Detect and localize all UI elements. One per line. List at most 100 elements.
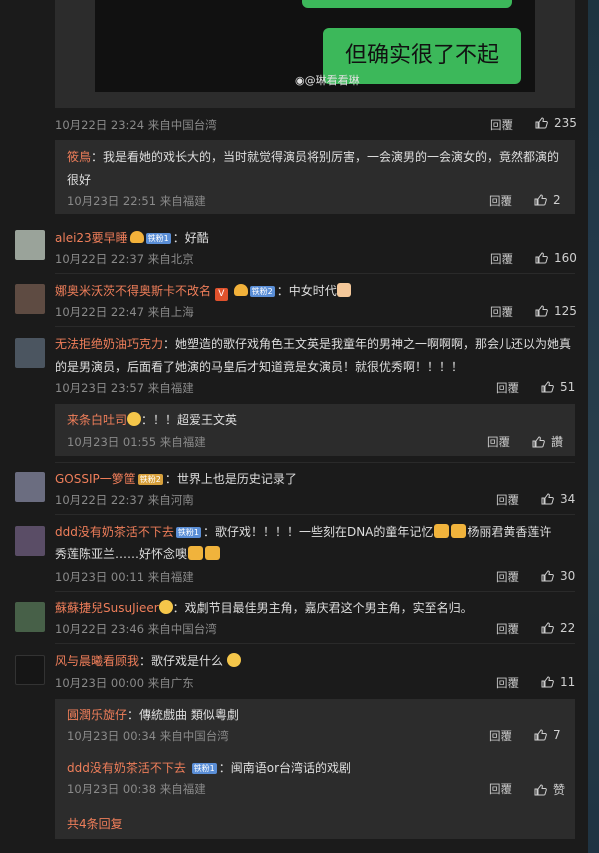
cat-emoji-icon [205,546,221,560]
comment-meta: 10月23日 00:00 来自广东 [55,676,194,690]
avatar[interactable] [15,602,45,632]
reply-button[interactable]: 回覆 [496,675,519,691]
reply-button[interactable]: 回覆 [489,728,512,744]
cat-emoji-icon [451,524,467,538]
avatar[interactable] [15,338,45,368]
reply-button[interactable]: 回覆 [489,781,512,797]
divider [55,643,575,644]
thumbs-up-icon [532,436,545,448]
image-watermark: ◉@琳看看琳 [295,74,360,87]
thumbs-up-icon [534,784,547,796]
like-button[interactable]: 125 [535,304,577,318]
comment-meta: 10月22日 23:46 来自中国台湾 [55,622,217,636]
reply-author[interactable]: 来条白吐司 [67,413,127,427]
divider [55,273,575,274]
reply-meta: 10月23日 22:51 来自福建 [67,194,206,208]
reply-button[interactable]: 回覆 [490,251,513,267]
comment-line: alei23要早睡 铁粉1 ：好酷 [55,231,209,245]
thumbs-up-icon [541,493,554,505]
like-button[interactable]: 30 [541,569,575,583]
cat-emoji-icon [434,524,450,538]
fan-badge: 铁粉1 [145,233,171,244]
divider [55,326,575,327]
emoji-icon [226,653,241,667]
like-button[interactable]: 11 [541,675,575,689]
like-button[interactable]: 赞 [534,781,565,798]
reply-author[interactable]: 圓潤乐旋仔 [67,708,127,722]
comment-author[interactable]: 蘇蘇捷兒SusuJieer [55,601,159,615]
post-image-card[interactable]: 但确实很了不起 ◉@琳看看琳 [55,0,575,108]
thumbs-emoji-icon [336,283,351,297]
comment-meta: 10月22日 23:24 来自中国台湾 [55,118,217,132]
reply-item: 圓潤乐旋仔：傳統戲曲 類似粵劇 [67,708,239,722]
fan-badge: 铁粉2 [249,286,275,297]
comment-line: 蘇蘇捷兒SusuJieer ：戏劇节目最佳男主角，嘉庆君这个男主角，实至名归。 [55,600,473,615]
reply-item: ddd没有奶茶活不下去 铁粉1 ：闽南语or台湾话的戏剧 [67,761,352,775]
thumbs-up-icon [535,305,548,317]
comment-author[interactable]: 娜奥米沃茨不得奥斯卡不改名 [55,284,211,298]
reply-text-cont: 很好 [67,173,92,187]
comment-line: ddd没有奶茶活不下去 铁粉1 ：歌仔戏！！！！一些刻在DNA的童年记忆 杨丽君黄香莲… [55,524,552,539]
avatar[interactable] [15,230,45,260]
fan-badge: 铁粉1 [175,527,201,538]
reply-button[interactable]: 回覆 [496,621,519,637]
like-button[interactable]: 160 [535,251,577,265]
comment-author[interactable]: 无法拒绝奶油巧克力 [55,337,163,351]
avatar[interactable] [15,526,45,556]
comment-text-cont: 秀莲陈亚兰……好怀念噢 [55,544,221,564]
comment-author[interactable]: GOSSIP一箩筐 [55,472,136,486]
avatar[interactable] [15,284,45,314]
like-button[interactable]: 讚 [532,433,563,450]
comment-meta: 10月22日 22:47 来自上海 [55,305,194,319]
comment-author[interactable]: ddd没有奶茶活不下去 [55,525,174,539]
thumbs-up-icon [534,194,547,206]
divider [55,462,575,463]
like-button[interactable]: 2 [534,193,561,207]
like-button[interactable]: 22 [541,621,575,635]
comment-line: 娜奥米沃茨不得奥斯卡不改名 V 铁粉2 ：中女时代 [55,281,351,301]
thumbs-up-icon [541,622,554,634]
reply-author[interactable]: ddd没有奶茶活不下去 [67,761,186,775]
comment-author[interactable]: alei23要早睡 [55,231,128,245]
thumbs-up-icon [541,570,554,582]
comment-meta: 10月22日 22:37 来自河南 [55,493,194,507]
chat-bubble-top [302,0,512,8]
thumbs-up-icon [541,676,554,688]
comment-author[interactable]: 风与晨曦看顾我 [55,654,139,668]
comment-meta: 10月23日 00:11 来自福建 [55,570,194,584]
reply-button[interactable]: 回覆 [489,193,512,209]
comment-line: GOSSIP一箩筐 铁粉2 ：世界上也是历史记录了 [55,472,297,486]
reply-button[interactable]: 回覆 [487,434,510,450]
reply-meta: 10月23日 00:38 来自福建 [67,782,206,796]
thumbs-up-icon [535,252,548,264]
crown-icon [233,284,248,296]
reply-button[interactable]: 回覆 [490,117,513,133]
like-button[interactable]: 235 [535,116,577,130]
reply-meta: 10月23日 01:55 来自福建 [67,435,206,449]
page-edge-decoration [588,0,599,853]
comment-text-cont: 的是男演员，后面看了她演的马皇后才知道竟是女演员！就很优秀啊！！！！ [55,360,464,374]
reply-author[interactable]: 筱鳥 [67,150,91,164]
reply-item: 来条白吐司 ：！！超爱王文英 [67,412,238,427]
emoji-icon [158,600,173,614]
divider [55,514,575,515]
view-more-replies-link[interactable]: 共4条回复 [67,815,123,832]
reply-button[interactable]: 回覆 [496,492,519,508]
divider [55,591,575,592]
comment-meta: 10月23日 23:57 来自福建 [55,381,194,395]
reply-button[interactable]: 回覆 [490,304,513,320]
reply-button[interactable]: 回覆 [496,569,519,585]
fan-badge: 铁粉1 [191,763,217,774]
comment-line: 无法拒绝奶油巧克力：她塑造的歌仔戏角色王文英是我童年的男神之一啊啊啊，那会儿还以… [55,337,572,351]
crown-icon [129,231,144,243]
thumbs-up-icon [534,729,547,741]
like-button[interactable]: 34 [541,492,575,506]
reply-item: 筱鳥：我是看她的戏长大的，当时就觉得演员将别厉害，一会演男的一会演女的，竟然都演… [67,150,560,164]
reply-button[interactable]: 回覆 [496,380,519,396]
comment-meta: 10月22日 22:37 来自北京 [55,252,194,266]
like-button[interactable]: 51 [541,380,575,394]
avatar[interactable] [15,655,45,685]
emoji-icon [127,412,142,426]
like-button[interactable]: 7 [534,728,561,742]
avatar[interactable] [15,472,45,502]
